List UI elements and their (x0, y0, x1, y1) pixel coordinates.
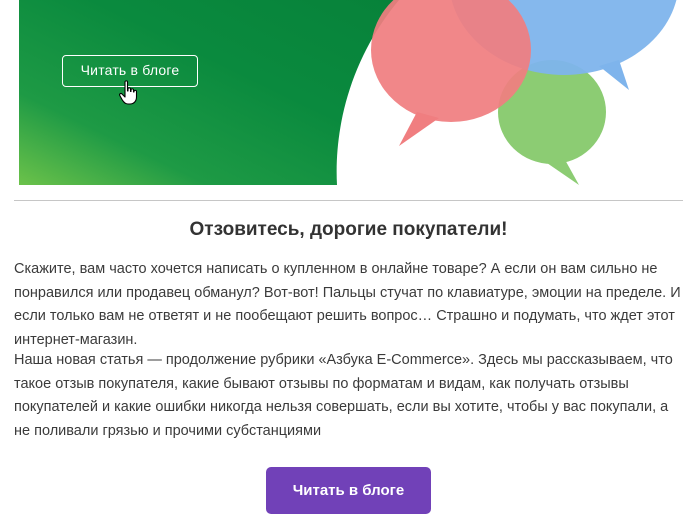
hero-banner: Читать в блоге (19, 0, 678, 185)
article-paragraph-2: Наша новая статья — продолжение рубрики … (14, 352, 673, 439)
hand-cursor-icon (119, 80, 138, 105)
article-paragraph-1: Скажите, вам часто хочется написать о ку… (14, 261, 681, 348)
divider (14, 200, 683, 201)
banner-illustration (19, 0, 677, 185)
read-blog-button[interactable]: Читать в блоге (266, 467, 431, 514)
article-title: Отзовитесь, дорогие покупатели! (189, 219, 508, 240)
green-shape (19, 0, 399, 185)
